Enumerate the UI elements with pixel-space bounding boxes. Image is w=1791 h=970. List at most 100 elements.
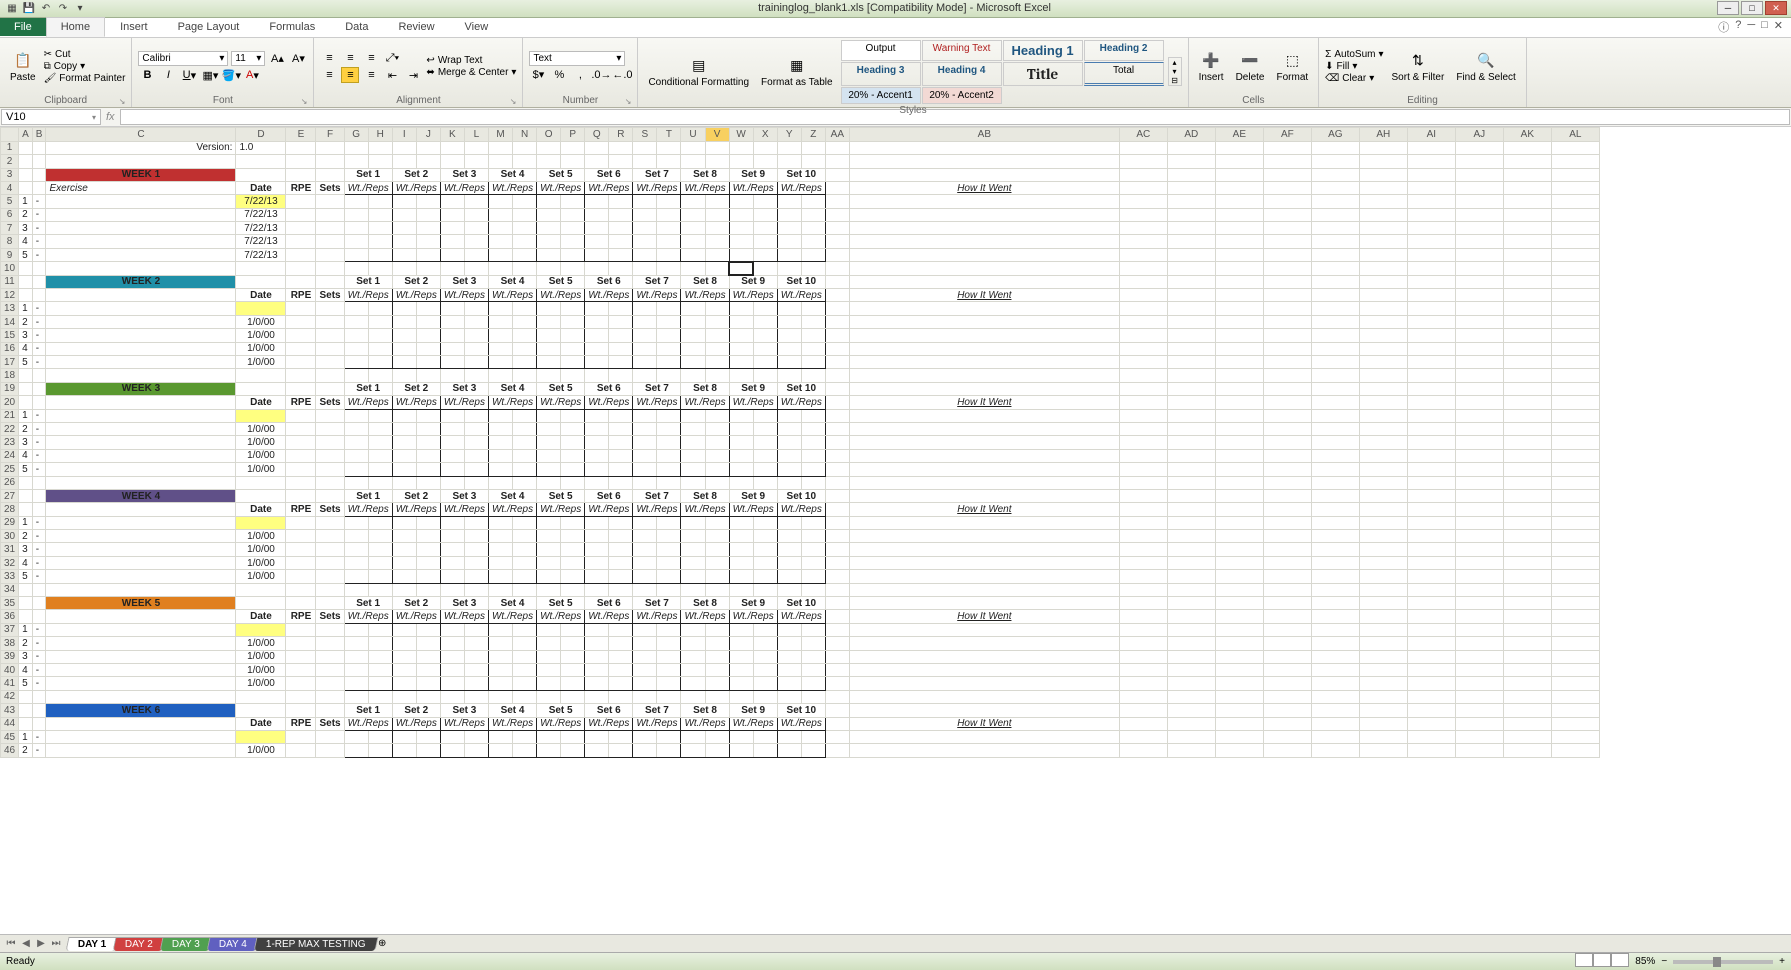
col-header[interactable]: R: [609, 128, 633, 141]
col-header[interactable]: AL: [1551, 128, 1599, 141]
col-header[interactable]: AC: [1119, 128, 1167, 141]
italic-button[interactable]: I: [159, 67, 177, 83]
col-header[interactable]: E: [286, 128, 316, 141]
row-header[interactable]: 20: [1, 396, 19, 409]
inc-decimal-icon[interactable]: .0→: [592, 67, 610, 83]
row-header[interactable]: 46: [1, 744, 19, 757]
row-header[interactable]: 10: [1, 262, 19, 275]
row-header[interactable]: 12: [1, 289, 19, 302]
col-header[interactable]: X: [753, 128, 777, 141]
style-heading2[interactable]: Heading 2: [1084, 40, 1164, 61]
styles-scroll[interactable]: ▴▾⊟: [1168, 57, 1182, 86]
bold-button[interactable]: B: [138, 67, 156, 83]
row-header[interactable]: 28: [1, 503, 19, 516]
row-header[interactable]: 8: [1, 235, 19, 248]
row-header[interactable]: 24: [1, 449, 19, 462]
row-header[interactable]: 25: [1, 463, 19, 476]
tab-next-icon[interactable]: ▶: [34, 938, 48, 949]
style-heading1[interactable]: Heading 1: [1003, 40, 1083, 61]
col-header[interactable]: AD: [1167, 128, 1215, 141]
new-sheet-icon[interactable]: ⊕: [378, 938, 386, 949]
sheet-tab-day4[interactable]: DAY 4: [207, 937, 260, 951]
help-icon[interactable]: ?: [1735, 19, 1741, 35]
ribbon-tab-review[interactable]: Review: [383, 17, 449, 37]
col-header[interactable]: Z: [801, 128, 825, 141]
view-buttons[interactable]: [1575, 953, 1629, 970]
save-icon[interactable]: 💾: [21, 0, 37, 16]
row-header[interactable]: 7: [1, 222, 19, 235]
ribbon-minimize-icon[interactable]: ⓘ: [1718, 19, 1729, 35]
row-header[interactable]: 13: [1, 302, 19, 315]
row-header[interactable]: 6: [1, 208, 19, 221]
zoom-in-icon[interactable]: +: [1779, 956, 1785, 967]
row-header[interactable]: 43: [1, 704, 19, 717]
row-header[interactable]: 22: [1, 422, 19, 435]
close-button[interactable]: ✕: [1765, 1, 1787, 15]
col-header[interactable]: A: [19, 128, 33, 141]
doc-close-icon[interactable]: ✕: [1774, 19, 1783, 35]
cut-button[interactable]: ✂Cut: [44, 49, 126, 60]
col-header[interactable]: C: [46, 128, 236, 141]
align-left-icon[interactable]: ≡: [320, 67, 338, 83]
row-header[interactable]: 18: [1, 369, 19, 382]
row-header[interactable]: 11: [1, 275, 19, 288]
style-output[interactable]: Output: [841, 40, 921, 61]
row-header[interactable]: 35: [1, 597, 19, 610]
font-color-button[interactable]: A▾: [243, 67, 261, 83]
insert-cells-button[interactable]: ➕Insert: [1195, 48, 1228, 85]
style-total[interactable]: Total: [1084, 62, 1164, 86]
ribbon-tab-data[interactable]: Data: [330, 17, 383, 37]
sort-filter-button[interactable]: ⇅Sort & Filter: [1388, 48, 1449, 85]
row-header[interactable]: 32: [1, 556, 19, 569]
select-all-corner[interactable]: [1, 128, 19, 141]
zoom-out-icon[interactable]: −: [1661, 956, 1667, 967]
col-header[interactable]: O: [537, 128, 561, 141]
wrap-text-button[interactable]: ↩Wrap Text: [426, 55, 516, 66]
col-header[interactable]: I: [392, 128, 416, 141]
fx-icon[interactable]: fx: [106, 111, 115, 123]
ribbon-tab-view[interactable]: View: [450, 17, 504, 37]
font-name-select[interactable]: Calibri▾: [138, 51, 228, 66]
col-header[interactable]: AA: [825, 128, 849, 141]
row-header[interactable]: 38: [1, 637, 19, 650]
col-header[interactable]: V: [705, 128, 729, 141]
col-header[interactable]: AJ: [1455, 128, 1503, 141]
sheet-tab-1rm[interactable]: 1-REP MAX TESTING: [254, 937, 379, 951]
row-header[interactable]: 9: [1, 248, 19, 261]
row-header[interactable]: 26: [1, 476, 19, 489]
grow-font-icon[interactable]: A▴: [268, 50, 286, 66]
doc-min-icon[interactable]: ─: [1747, 19, 1755, 35]
number-format-select[interactable]: Text▾: [529, 51, 625, 66]
style-warning[interactable]: Warning Text: [922, 40, 1002, 61]
font-launcher-icon[interactable]: ↘: [301, 97, 308, 106]
orientation-icon[interactable]: ⤢▾: [383, 50, 401, 66]
row-header[interactable]: 5: [1, 195, 19, 208]
col-header[interactable]: AH: [1359, 128, 1407, 141]
sheet-tab-day1[interactable]: DAY 1: [66, 937, 119, 951]
row-header[interactable]: 45: [1, 730, 19, 743]
row-header[interactable]: 30: [1, 530, 19, 543]
col-header[interactable]: P: [561, 128, 585, 141]
zoom-slider[interactable]: [1673, 960, 1773, 964]
col-header[interactable]: J: [416, 128, 440, 141]
row-header[interactable]: 21: [1, 409, 19, 422]
clear-button[interactable]: ⌫Clear▾: [1325, 73, 1383, 84]
font-size-select[interactable]: 11▾: [231, 51, 265, 66]
alignment-launcher-icon[interactable]: ↘: [510, 97, 517, 106]
sheet-tab-day2[interactable]: DAY 2: [113, 937, 166, 951]
name-box[interactable]: V10▾: [1, 109, 101, 126]
tab-first-icon[interactable]: ⏮: [4, 938, 18, 949]
delete-cells-button[interactable]: ➖Delete: [1232, 48, 1269, 85]
autosum-button[interactable]: ΣAutoSum▾: [1325, 49, 1383, 60]
row-header[interactable]: 14: [1, 315, 19, 328]
tab-last-icon[interactable]: ⏭: [49, 938, 63, 949]
row-header[interactable]: 31: [1, 543, 19, 556]
style-accent1[interactable]: 20% - Accent1: [841, 87, 921, 104]
col-header[interactable]: AG: [1311, 128, 1359, 141]
fill-button[interactable]: ⬇Fill▾: [1325, 61, 1383, 72]
col-header[interactable]: AI: [1407, 128, 1455, 141]
border-button[interactable]: ▦▾: [201, 67, 219, 83]
row-header[interactable]: 40: [1, 663, 19, 676]
ribbon-tab-home[interactable]: Home: [46, 17, 105, 37]
align-right-icon[interactable]: ≡: [362, 67, 380, 83]
